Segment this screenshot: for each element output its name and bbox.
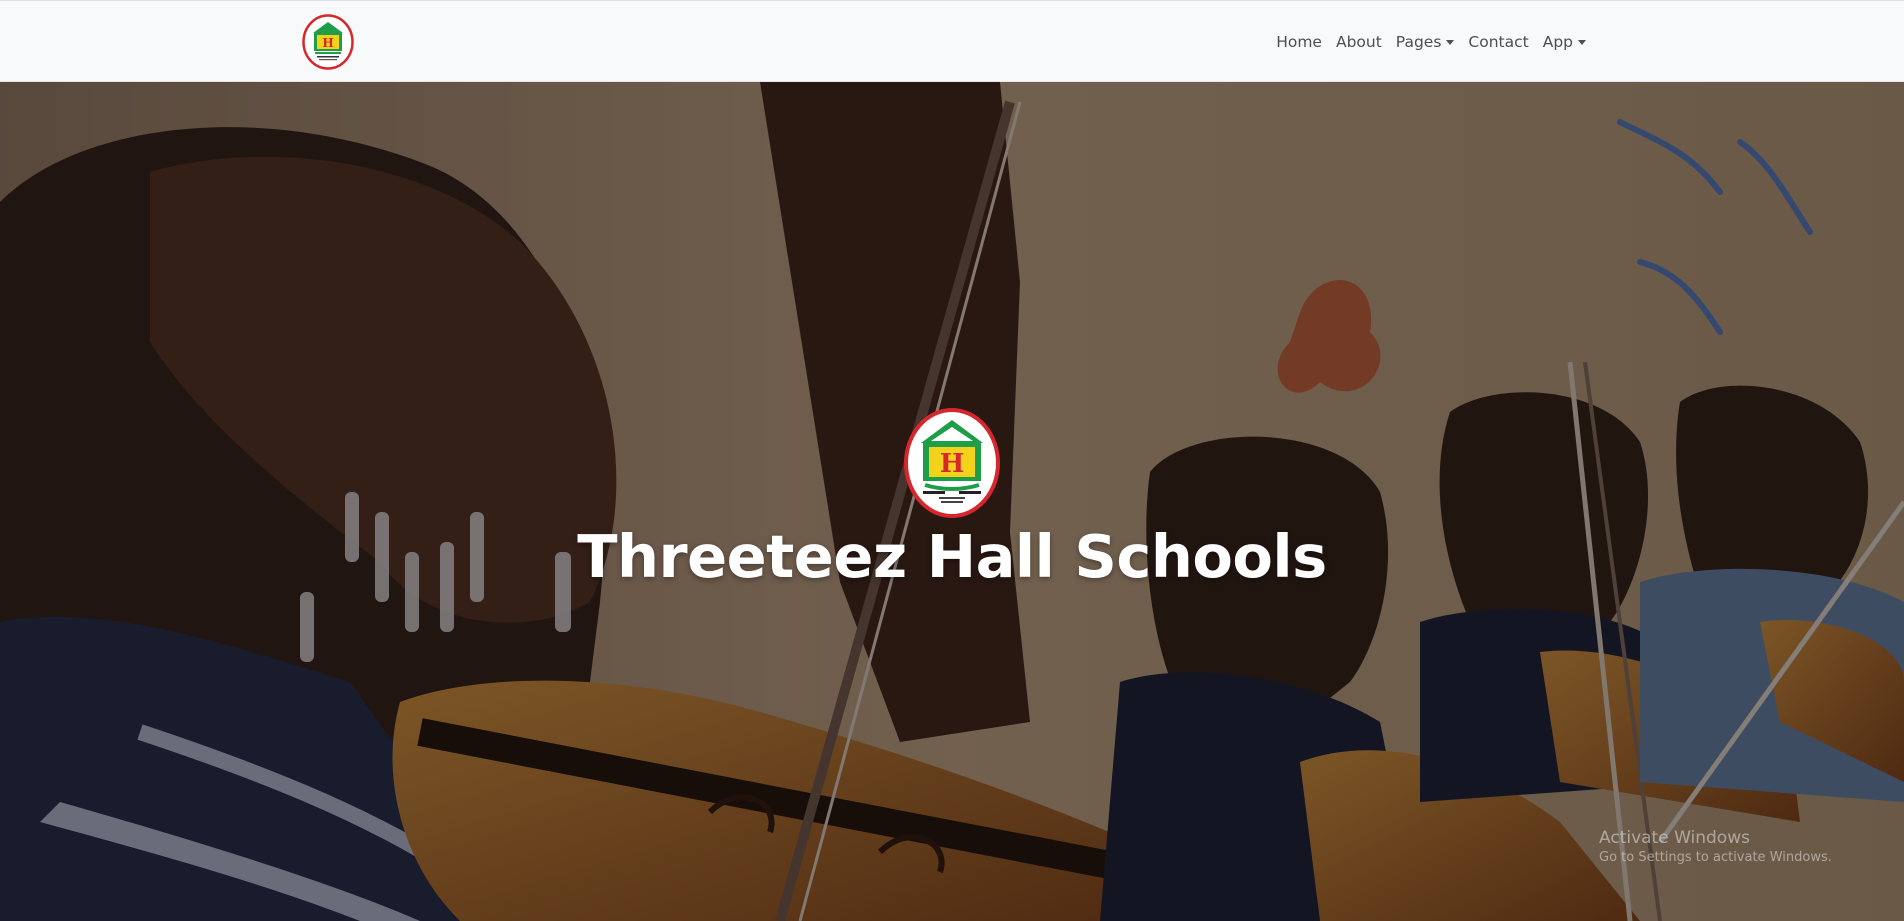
nav-about-label: About [1335, 33, 1382, 51]
top-navbar: H Home About Pages Contact App [0, 0, 1904, 82]
chevron-down-icon [1446, 40, 1455, 45]
nav-menu: Home About Pages Contact App [1269, 1, 1593, 83]
nav-pages-label: Pages [1395, 33, 1442, 51]
hero-title: Threeteez Hall Schools [577, 522, 1327, 591]
svg-text:H: H [940, 449, 965, 479]
nav-about-link[interactable]: About [1329, 33, 1389, 51]
chevron-down-icon [1578, 40, 1586, 45]
nav-contact-label: Contact [1468, 33, 1529, 51]
hero-section: H Threeteez Hall Schools [0, 82, 1904, 921]
nav-app-label: App [1542, 33, 1573, 51]
watermark-title: Activate Windows [1599, 828, 1750, 848]
nav-home-link[interactable]: Home [1269, 33, 1329, 51]
watermark-subtitle: Go to Settings to activate Windows. [1599, 850, 1832, 865]
svg-text:H: H [322, 36, 333, 50]
windows-activation-watermark: Activate Windows Go to Settings to activ… [1599, 827, 1832, 867]
school-crest-logo-icon: H [904, 408, 1000, 518]
nav-home-label: Home [1276, 33, 1322, 51]
nav-pages-dropdown[interactable]: Pages [1389, 33, 1462, 51]
nav-app-dropdown[interactable]: App [1536, 33, 1593, 51]
nav-contact-link[interactable]: Contact [1461, 33, 1535, 51]
school-crest-logo-icon[interactable]: H [302, 14, 354, 70]
